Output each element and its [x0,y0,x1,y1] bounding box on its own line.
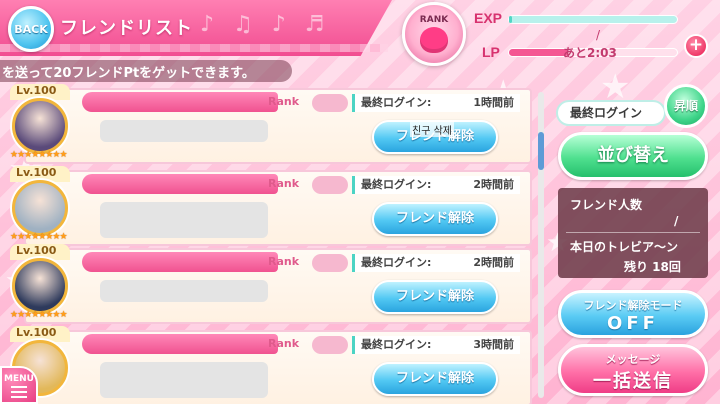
lp-bar-fill [509,49,568,56]
rarity-stars-icon: ★★★★★★★★ [10,310,68,320]
rank-text: Rank [268,337,300,350]
heart-icon [420,27,448,53]
last-login: 最終ログイン: 3時間前 [352,336,520,354]
blurred-name [100,202,268,238]
exp-slash: / [596,28,601,42]
list-item: Rank 最終ログイン: 2時間前 フレンド解除 Lv.100 ★★★★★★★★ [6,166,532,248]
unfriend-button[interactable]: フレンド解除 [372,202,498,236]
sort-key-label[interactable]: 最終ログイン [556,100,666,126]
bulk-message-button[interactable]: メッセージ 一括送信 [558,344,708,396]
rank-gauge [312,94,348,112]
rank-gauge [312,176,348,194]
unfriend-button[interactable]: フレンド解除 [372,362,498,396]
message-main: 一括送信 [593,371,673,392]
last-login: 最終ログイン: 2時間前 [352,254,520,272]
avatar-image [12,258,68,314]
last-login-label: 最終ログイン: [361,256,432,269]
name-banner [82,252,278,272]
back-label: BACK [14,22,48,36]
daily-trevian-label: 本日のトレビア〜ン [570,240,679,254]
unfriend-mode-toggle[interactable]: フレンド解除モード OFF [558,290,708,338]
list-item: Rank 最終ログイン: 3時間前 フレンド解除 Lv.100 [6,326,532,404]
rank-text: Rank [268,255,300,268]
sort-order-button[interactable]: 昇順 [664,84,708,128]
friend-info-box: フレンド人数 / 本日のトレビア〜ン 残り 18回 [558,188,708,278]
lp-label: LP [482,44,500,60]
last-login-time: 1時間前 [473,96,514,109]
add-lp-button[interactable]: + [684,34,708,58]
message-title: メッセージ [605,353,661,366]
menu-label: MENU [4,374,34,384]
list-scrollbar[interactable] [538,92,544,398]
scrollbar-thumb[interactable] [538,132,544,170]
friend-card[interactable]: Rank 最終ログイン: 2時間前 フレンド解除 [24,170,532,246]
avatar-image [12,180,68,236]
background-star-icon: ★ [600,67,631,107]
blurred-name [100,280,268,302]
rank-text: Rank [268,95,300,108]
rarity-stars-icon: ★★★★★★★★ [10,232,68,242]
name-banner [82,174,278,194]
last-login-time: 2時間前 [473,178,514,191]
unfriend-mode-title: フレンド解除モード [583,299,683,312]
menu-button[interactable]: MENU [0,366,38,404]
name-banner [82,334,278,354]
avatar[interactable]: Lv.100 ★★★★★★★★ [6,244,88,326]
music-notes-icon: ♪ ♫ ♪ ♬ [200,12,331,37]
exp-bar [508,15,678,24]
friend-card[interactable]: Rank 最終ログイン:1時間前 フレンド解除 친구 삭제 [24,88,532,164]
friend-card[interactable]: Rank 最終ログイン: 2時間前 フレンド解除 [24,248,532,324]
lp-recovery-time: あと2:03 [563,46,617,60]
friend-count-label: フレンド人数 [570,198,643,212]
last-login: 最終ログイン: 1時間前 [352,94,520,112]
last-login-label: 最終ログイン: [361,178,432,191]
avatar[interactable]: Lv.100 ★★★★★★★★ [6,84,88,166]
rarity-stars-icon: ★★★★★★★★ [10,150,68,160]
blurred-name [100,362,268,398]
unfriend-button[interactable]: フレンド解除 [372,280,498,314]
last-login-label: 最終ログイン: [361,96,432,109]
friend-card[interactable]: Rank 最終ログイン: 3時間前 フレンド解除 [24,330,532,404]
friend-list[interactable]: Rank 最終ログイン: 1時間前 フレンド解除 친구 삭제 Lv.100 ★★★… [6,84,532,404]
last-login-time: 2時間前 [473,256,514,269]
list-item: Rank 最終ログイン:1時間前 フレンド解除 친구 삭제 Lv.100 ★★★… [6,84,532,166]
back-button[interactable]: BACK [8,6,54,52]
info-divider [566,232,700,233]
blurred-name [100,120,268,142]
exp-label: EXP [474,10,503,26]
avatar-image [12,98,68,154]
daily-remaining: 残り 18回 [624,260,681,274]
subtitle-text: を送って20フレンドPtをゲットできます。 [2,66,255,81]
last-login: 最終ログイン: 2時間前 [352,176,520,194]
last-login-label: 最終ログイン: [361,338,432,351]
menu-icon [11,386,27,398]
translation-overlay: 친구 삭제 [410,122,454,137]
avatar[interactable]: Lv.100 ★★★★★★★★ [6,166,88,248]
rank-badge-label: RANK [419,15,449,25]
last-login-time: 3時間前 [473,338,514,351]
header-stripe [0,44,388,52]
list-item: Rank 最終ログイン: 2時間前 フレンド解除 Lv.100 ★★★★★★★★ [6,244,532,326]
rank-text: Rank [268,177,300,190]
page-title: フレンドリスト [60,18,193,39]
rank-gauge [312,254,348,272]
exp-bar-fill [509,16,513,23]
sort-button[interactable]: 並び替え [558,132,708,180]
friend-count-slash: / [674,214,679,228]
rank-badge[interactable]: RANK [402,2,466,66]
unfriend-mode-state: OFF [607,313,659,334]
name-banner [82,92,278,112]
rank-gauge [312,336,348,354]
